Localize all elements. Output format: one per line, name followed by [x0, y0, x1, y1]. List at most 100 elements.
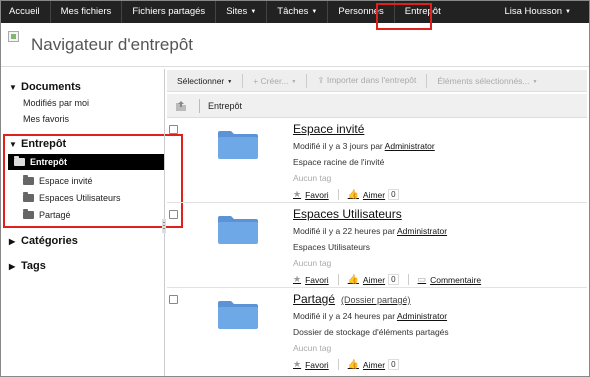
chevron-down-icon: ▼ [291, 78, 297, 85]
sidebar-section-label: Entrepôt [21, 138, 67, 150]
folder-icon [14, 156, 25, 166]
like-action[interactable]: 👍 Aimer [348, 274, 385, 285]
sidebar-link-my-favorites[interactable]: Mes favoris [23, 114, 69, 124]
item-description: Espace racine de l'invité [293, 157, 385, 167]
import-button[interactable]: ⇪ Importer dans l'entrepôt [307, 75, 426, 86]
favorite-label: Favori [305, 359, 329, 370]
chevron-down-icon: ▼ [227, 78, 233, 85]
selected-items-label: Éléments sélectionnés... [437, 75, 530, 86]
page-header: Navigateur d'entrepôt [1, 23, 589, 67]
item-modified-info: Modifié il y a 22 heures par Administrat… [293, 226, 447, 236]
plus-icon: + [253, 75, 261, 86]
selected-items-menu-button[interactable]: Éléments sélectionnés... ▼ [427, 76, 547, 86]
nav-sites[interactable]: Sites ▼ [216, 1, 266, 23]
sidebar-section-tags[interactable]: ▶ Tags [9, 260, 46, 272]
like-count: 0 [388, 189, 399, 200]
row-checkbox[interactable] [169, 210, 178, 219]
user-name: Lisa Housson [504, 6, 563, 17]
user-menu[interactable]: Lisa Housson ▼ [494, 1, 581, 23]
triangle-down-icon: ▼ [9, 140, 17, 149]
star-icon: ★ [293, 359, 302, 369]
folder-icon [23, 209, 34, 219]
like-label: Aimer [362, 359, 386, 370]
triangle-down-icon: ▼ [9, 83, 17, 92]
sidebar-link-modified-by-me[interactable]: Modifiés par moi [23, 98, 89, 108]
modified-text: Modifié il y a 24 heures par [293, 311, 396, 321]
folder-icon[interactable] [217, 128, 259, 160]
favorite-action[interactable]: ★ Favori [293, 189, 329, 200]
nav-mes-fichiers[interactable]: Mes fichiers [51, 1, 122, 23]
nav-fichiers-partages[interactable]: Fichiers partagés [122, 1, 215, 23]
sidebar-section-documents[interactable]: ▼ Documents [9, 81, 81, 93]
folder-up-icon[interactable] [175, 100, 187, 112]
item-actions: ★ Favori 👍 Aimer 0 [293, 189, 399, 200]
item-name-link[interactable]: Espaces Utilisateurs [293, 207, 402, 221]
tree-item-label: Entrepôt [30, 157, 67, 167]
like-count: 0 [388, 359, 399, 370]
list-item: Espaces Utilisateurs Modifié il y a 22 h… [167, 204, 587, 288]
sidebar-section-repository[interactable]: ▼ Entrepôt [9, 138, 66, 150]
modifier-link[interactable]: Administrator [397, 226, 447, 236]
chevron-down-icon: ▼ [250, 9, 257, 15]
chevron-down-icon: ▼ [311, 9, 318, 15]
favorite-label: Favori [305, 274, 329, 285]
folder-icon[interactable] [217, 213, 259, 245]
item-name-text: Partagé [293, 292, 336, 306]
action-divider [337, 189, 339, 200]
select-menu-button[interactable]: Sélectionner ▼ [167, 76, 242, 86]
thumbs-up-icon: 👍 [347, 359, 359, 369]
tree-item-label: Espace invité [39, 176, 93, 186]
breadcrumb: Entrepôt [167, 94, 587, 118]
folder-icon[interactable] [217, 298, 259, 330]
like-action[interactable]: 👍 Aimer [348, 189, 385, 200]
like-count: 0 [388, 274, 399, 285]
document-toolbar: Sélectionner ▼ + Créer... ▼ ⇪ Importer dan… [167, 70, 587, 92]
create-button[interactable]: + Créer... ▼ [243, 76, 306, 86]
splitter-handle-icon[interactable] [162, 219, 166, 233]
comment-icon: ▭ [417, 274, 427, 284]
favorite-action[interactable]: ★ Favori [293, 274, 329, 285]
create-label: Créer... [260, 75, 289, 86]
modifier-link[interactable]: Administrator [385, 141, 435, 151]
app-window: Accueil Mes fichiers Fichiers partagés S… [0, 0, 590, 377]
triangle-right-icon: ▶ [9, 237, 16, 246]
row-checkbox[interactable] [169, 295, 178, 304]
sidebar-section-label: Catégories [21, 235, 78, 247]
breadcrumb-item-repository[interactable]: Entrepôt [208, 101, 242, 111]
nav-taches[interactable]: Tâches ▼ [267, 1, 327, 23]
tree-item-repository-root[interactable]: Entrepôt [8, 154, 165, 170]
chevron-down-icon: ▼ [565, 9, 571, 15]
row-checkbox[interactable] [169, 125, 178, 134]
nav-accueil[interactable]: Accueil [1, 1, 50, 23]
item-description: Espaces Utilisateurs [293, 242, 371, 252]
item-tags: Aucun tag [293, 258, 332, 268]
item-modified-info: Modifié il y a 3 jours par Administrator [293, 141, 435, 151]
list-item: Partagé (Dossier partagé) Modifié il y a … [167, 289, 587, 373]
tree-item-guest-space[interactable]: Espace invité [23, 175, 93, 186]
favorite-action[interactable]: ★ Favori [293, 359, 329, 370]
like-action[interactable]: 👍 Aimer [348, 359, 385, 370]
folder-icon [23, 192, 34, 202]
item-name-link[interactable]: Partagé (Dossier partagé) [293, 292, 411, 306]
tree-item-shared[interactable]: Partagé [23, 209, 71, 220]
like-label: Aimer [362, 189, 386, 200]
like-label: Aimer [362, 274, 386, 285]
modifier-link[interactable]: Administrator [397, 311, 447, 321]
action-divider [337, 359, 339, 370]
comment-action[interactable]: ▭ Commentaire [418, 274, 482, 285]
tree-item-user-spaces[interactable]: Espaces Utilisateurs [23, 192, 121, 203]
upload-icon: ⇪ [317, 75, 327, 85]
import-label: Importer dans l'entrepôt [326, 75, 417, 85]
breadcrumb-divider [199, 98, 200, 113]
chevron-down-icon: ▼ [532, 78, 538, 85]
page-logo-image [8, 31, 19, 42]
tree-item-label: Partagé [39, 210, 71, 220]
item-description: Dossier de stockage d'éléments partagés [293, 327, 449, 337]
star-icon: ★ [293, 274, 302, 284]
sidebar-section-categories[interactable]: ▶ Catégories [9, 235, 78, 247]
sidebar-section-label: Tags [21, 260, 46, 272]
top-navigation-bar: Accueil Mes fichiers Fichiers partagés S… [1, 1, 589, 23]
item-name-link[interactable]: Espace invité [293, 122, 364, 136]
nav-sites-label: Sites [226, 6, 248, 17]
thumbs-up-icon: 👍 [347, 189, 359, 199]
